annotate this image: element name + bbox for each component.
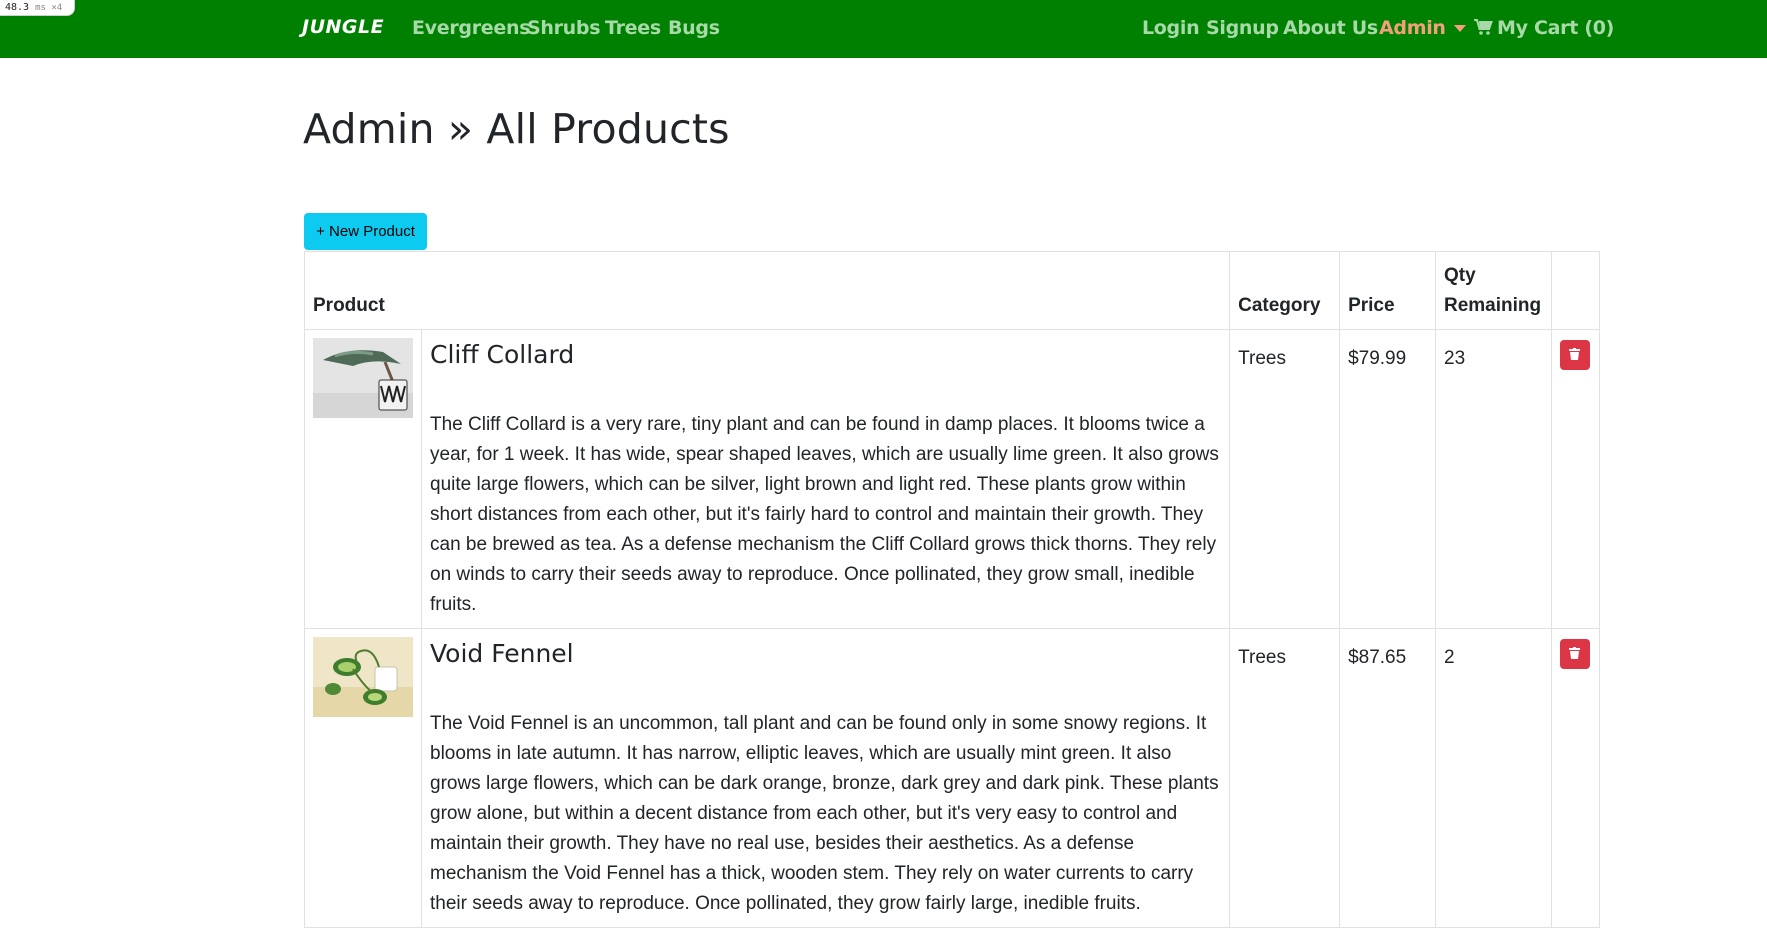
products-table: Product Category Price Qty Remaining Cli… — [303, 251, 1601, 928]
product-price: $87.65 — [1339, 628, 1436, 928]
nav-admin-label: Admin — [1379, 17, 1446, 39]
nav-link-shrubs[interactable]: Shrubs — [527, 17, 601, 39]
nav-link-evergreens[interactable]: Evergreens — [412, 17, 531, 39]
product-name[interactable]: Cliff Collard — [430, 340, 1219, 370]
thumb-cell — [304, 329, 422, 629]
perf-badge: 48.3 ms ×4 — [0, 0, 75, 16]
actions-cell — [1550, 329, 1601, 629]
nav-cart-label: My Cart (0) — [1497, 17, 1615, 39]
header-product: Product — [303, 251, 1231, 330]
header-actions — [1550, 251, 1601, 330]
actions-cell — [1550, 628, 1601, 928]
delete-product-button[interactable] — [1559, 340, 1590, 370]
nav-link-login[interactable]: Login — [1142, 17, 1200, 39]
header-qty: Qty Remaining — [1435, 251, 1552, 330]
delete-product-button[interactable] — [1559, 639, 1590, 669]
product-category: Trees — [1229, 628, 1341, 928]
product-info-cell: Cliff Collard The Cliff Collard is a ver… — [420, 329, 1231, 629]
header-price: Price — [1339, 251, 1436, 330]
header-category: Category — [1229, 251, 1341, 330]
product-thumbnail — [313, 637, 413, 717]
product-info-cell: Void Fennel The Void Fennel is an uncomm… — [420, 628, 1231, 928]
nav-link-trees[interactable]: Trees — [605, 17, 661, 39]
product-qty: 2 — [1435, 628, 1552, 928]
nav-link-about[interactable]: About Us — [1283, 17, 1378, 39]
trash-icon — [1569, 347, 1581, 363]
nav-link-signup[interactable]: Signup — [1206, 17, 1279, 39]
nav-admin-dropdown[interactable]: Admin — [1379, 17, 1466, 39]
table-header-row: Product Category Price Qty Remaining — [303, 251, 1601, 330]
product-description: The Cliff Collard is a very rare, tiny p… — [430, 414, 1219, 615]
navbar: JUNGLE Evergreens Shrubs Trees Bugs Logi… — [0, 0, 1767, 58]
product-description: The Void Fennel is an uncommon, tall pla… — [430, 713, 1219, 914]
trash-icon — [1569, 646, 1581, 662]
table-row: Void Fennel The Void Fennel is an uncomm… — [304, 628, 1601, 928]
table-row: Cliff Collard The Cliff Collard is a ver… — [304, 329, 1601, 629]
brand-logo[interactable]: JUNGLE — [302, 16, 384, 38]
product-category: Trees — [1229, 329, 1341, 629]
product-price: $79.99 — [1339, 329, 1436, 629]
thumb-cell — [304, 628, 422, 928]
nav-link-cart[interactable]: My Cart (0) — [1474, 17, 1614, 41]
chevron-down-icon — [1453, 25, 1466, 32]
new-product-button[interactable]: + New Product — [304, 213, 427, 250]
page-title: Admin » All Products — [303, 105, 730, 153]
product-thumbnail — [313, 338, 413, 418]
product-name[interactable]: Void Fennel — [430, 639, 1219, 669]
cart-icon — [1474, 19, 1493, 41]
product-qty: 23 — [1435, 329, 1552, 629]
nav-link-bugs[interactable]: Bugs — [668, 17, 720, 39]
